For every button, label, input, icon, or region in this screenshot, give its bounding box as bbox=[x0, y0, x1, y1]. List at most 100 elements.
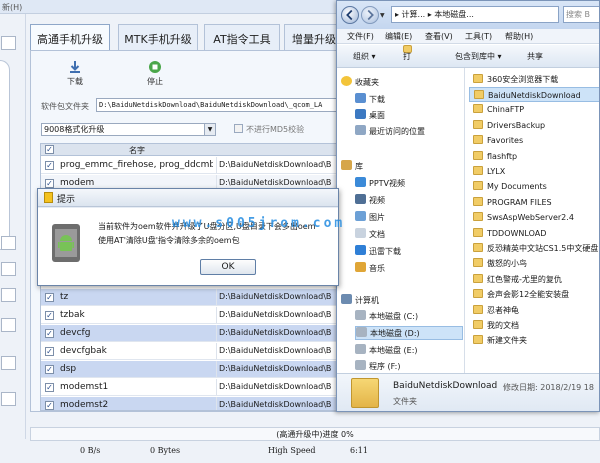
history-dropdown-icon[interactable]: ▼ bbox=[380, 12, 385, 19]
row-checkbox[interactable]: ✓ bbox=[45, 401, 54, 410]
download-icon bbox=[70, 61, 80, 73]
row-checkbox[interactable]: ✓ bbox=[45, 329, 54, 338]
left-field[interactable] bbox=[1, 36, 16, 50]
left-button[interactable] bbox=[1, 236, 16, 250]
select-all-checkbox[interactable]: ✓ bbox=[45, 145, 54, 154]
menu-edit[interactable]: 编辑(E) bbox=[385, 29, 412, 44]
left-button[interactable] bbox=[1, 356, 16, 370]
computer-icon bbox=[341, 294, 352, 304]
format-mode-select[interactable]: 9008格式化升级 ▼ bbox=[41, 123, 216, 136]
nav-item-music[interactable]: 音乐 bbox=[355, 262, 385, 276]
organize-button[interactable]: 组织 ▾ bbox=[353, 45, 376, 68]
forward-button[interactable] bbox=[361, 6, 379, 24]
row-checkbox[interactable]: ✓ bbox=[45, 347, 54, 356]
table-row[interactable]: ✓ tz D:\BaiduNetdiskDownload\B bbox=[41, 289, 339, 306]
tab-incremental-upgrade[interactable]: 增量升级 bbox=[284, 24, 344, 50]
nav-label: 图片 bbox=[369, 213, 385, 222]
list-item[interactable]: 新建文件夹 bbox=[469, 333, 599, 348]
dialog-titlebar[interactable]: 提示 bbox=[38, 189, 338, 207]
nav-label: 程序 (F:) bbox=[369, 362, 401, 371]
download-folder-icon bbox=[355, 93, 366, 103]
nav-item-documents[interactable]: 文档 bbox=[355, 228, 385, 242]
table-row[interactable]: ✓ devcfg D:\BaiduNetdiskDownload\B bbox=[41, 325, 339, 342]
list-item[interactable]: SwsAspWebServer2.4 bbox=[469, 210, 599, 225]
folder-icon bbox=[473, 335, 483, 344]
list-item[interactable]: 忍者神龟 bbox=[469, 303, 599, 318]
left-button[interactable] bbox=[1, 262, 16, 276]
list-item[interactable]: DriversBackup bbox=[469, 118, 599, 133]
tab-mtk-upgrade[interactable]: MTK手机升级 bbox=[118, 24, 198, 50]
nav-drive-c[interactable]: 本地磁盘 (C:) bbox=[355, 310, 418, 324]
row-checkbox[interactable]: ✓ bbox=[45, 293, 54, 302]
list-item[interactable]: 傲怒的小鸟 bbox=[469, 256, 599, 271]
nav-item-videos[interactable]: 视频 bbox=[355, 194, 385, 208]
menu-view[interactable]: 查看(V) bbox=[425, 29, 453, 44]
desktop-icon bbox=[355, 109, 366, 119]
list-item[interactable]: flashftp bbox=[469, 149, 599, 164]
nav-item-pptv[interactable]: PPTV视频 bbox=[355, 177, 405, 191]
address-bar[interactable]: ▸ 计算... ▸ 本地磁盘... bbox=[391, 6, 559, 23]
table-row[interactable]: ✓ modemst1 D:\BaiduNetdiskDownload\B bbox=[41, 379, 339, 396]
row-checkbox[interactable]: ✓ bbox=[45, 161, 54, 170]
nav-item-recent[interactable]: 最近访问的位置 bbox=[355, 125, 425, 139]
nav-item-downloads[interactable]: 下载 bbox=[355, 93, 385, 107]
menu-tools[interactable]: 工具(T) bbox=[465, 29, 492, 44]
list-item[interactable]: PROGRAM FILES bbox=[469, 195, 599, 210]
list-item[interactable]: 反恐精英中文站CS1.5中文硬盘 bbox=[469, 241, 599, 256]
explorer-window: ▼ ▸ 计算... ▸ 本地磁盘... 搜索 B 文件(F) 编辑(E) 查看(… bbox=[336, 0, 600, 412]
nav-item-pictures[interactable]: 图片 bbox=[355, 211, 385, 225]
arrow-left-icon bbox=[346, 9, 353, 21]
left-button[interactable] bbox=[1, 288, 16, 302]
tab-at-command-tool[interactable]: AT指令工具 bbox=[204, 24, 280, 50]
list-item[interactable]: 红色警戒-尤里的复仇 bbox=[469, 272, 599, 287]
row-checkbox[interactable]: ✓ bbox=[45, 383, 54, 392]
recent-places-icon bbox=[355, 125, 366, 135]
package-path-field[interactable]: D:\BaiduNetdiskDownload\BaiduNetdiskDown… bbox=[96, 98, 344, 112]
table-row[interactable]: ✓ devcfgbak D:\BaiduNetdiskDownload\B bbox=[41, 343, 339, 360]
nav-drive-d[interactable]: 本地磁盘 (D:) bbox=[355, 326, 463, 340]
row-checkbox[interactable]: ✓ bbox=[45, 179, 54, 188]
list-item[interactable]: 我的文档 bbox=[469, 318, 599, 333]
tab-qualcomm-upgrade[interactable]: 高通手机升级 bbox=[30, 24, 110, 50]
list-item[interactable]: 360安全浏览器下载 bbox=[469, 72, 599, 87]
table-row[interactable]: ✓ prog_emmc_firehose, prog_ddcmbn D:\Bai… bbox=[41, 157, 339, 174]
chevron-down-icon[interactable]: ▼ bbox=[204, 124, 215, 135]
menu-help[interactable]: 帮助(H) bbox=[505, 29, 533, 44]
md5-checkbox[interactable] bbox=[234, 124, 243, 133]
list-item[interactable]: My Documents bbox=[469, 179, 599, 194]
table-row[interactable]: ✓ tzbak D:\BaiduNetdiskDownload\B bbox=[41, 307, 339, 324]
nav-drive-f[interactable]: 程序 (F:) bbox=[355, 360, 400, 374]
nav-drive-e[interactable]: 本地磁盘 (E:) bbox=[355, 344, 418, 358]
file-name: 反恐精英中文站CS1.5中文硬盘 bbox=[487, 244, 599, 253]
search-input[interactable]: 搜索 B bbox=[563, 6, 599, 23]
list-item[interactable]: Favorites bbox=[469, 133, 599, 148]
list-item[interactable]: TDDOWNLOAD bbox=[469, 226, 599, 241]
file-name: My Documents bbox=[487, 182, 547, 191]
nav-item-desktop[interactable]: 桌面 bbox=[355, 109, 385, 123]
download-button[interactable]: 下载 bbox=[55, 60, 95, 87]
back-button[interactable] bbox=[341, 6, 359, 24]
ok-button[interactable]: OK bbox=[200, 259, 256, 275]
left-button[interactable] bbox=[1, 392, 16, 406]
list-item[interactable]: BaiduNetdiskDownload bbox=[469, 87, 599, 102]
row-name: modemst2 bbox=[60, 400, 109, 410]
nav-computer[interactable]: 计算机 bbox=[341, 294, 379, 308]
nav-item-thunder[interactable]: 迅雷下载 bbox=[355, 245, 401, 259]
nav-libraries[interactable]: 库 bbox=[341, 160, 363, 174]
left-field[interactable] bbox=[1, 318, 16, 332]
row-checkbox[interactable]: ✓ bbox=[45, 365, 54, 374]
menu-file[interactable]: 文件(F) bbox=[347, 29, 374, 44]
include-in-library-button[interactable]: 包含到库中 ▾ bbox=[455, 45, 502, 68]
details-pane: BaiduNetdiskDownload 修改日期: 2018/2/19 18 … bbox=[337, 373, 599, 411]
list-item[interactable]: LYLX bbox=[469, 164, 599, 179]
share-button[interactable]: 共享 bbox=[527, 45, 543, 68]
list-item[interactable]: 会声会影12全能安装盘 bbox=[469, 287, 599, 302]
column-name-header[interactable]: 名字 bbox=[129, 145, 145, 156]
stop-button[interactable]: 停止 bbox=[135, 60, 175, 87]
folder-icon bbox=[473, 181, 483, 190]
nav-favorites[interactable]: 收藏夹 bbox=[341, 76, 379, 90]
list-item[interactable]: ChinaFTP bbox=[469, 102, 599, 117]
table-row[interactable]: ✓ modemst2 D:\BaiduNetdiskDownload\B bbox=[41, 397, 339, 410]
table-row[interactable]: ✓ dsp D:\BaiduNetdiskDownload\B bbox=[41, 361, 339, 378]
row-checkbox[interactable]: ✓ bbox=[45, 311, 54, 320]
